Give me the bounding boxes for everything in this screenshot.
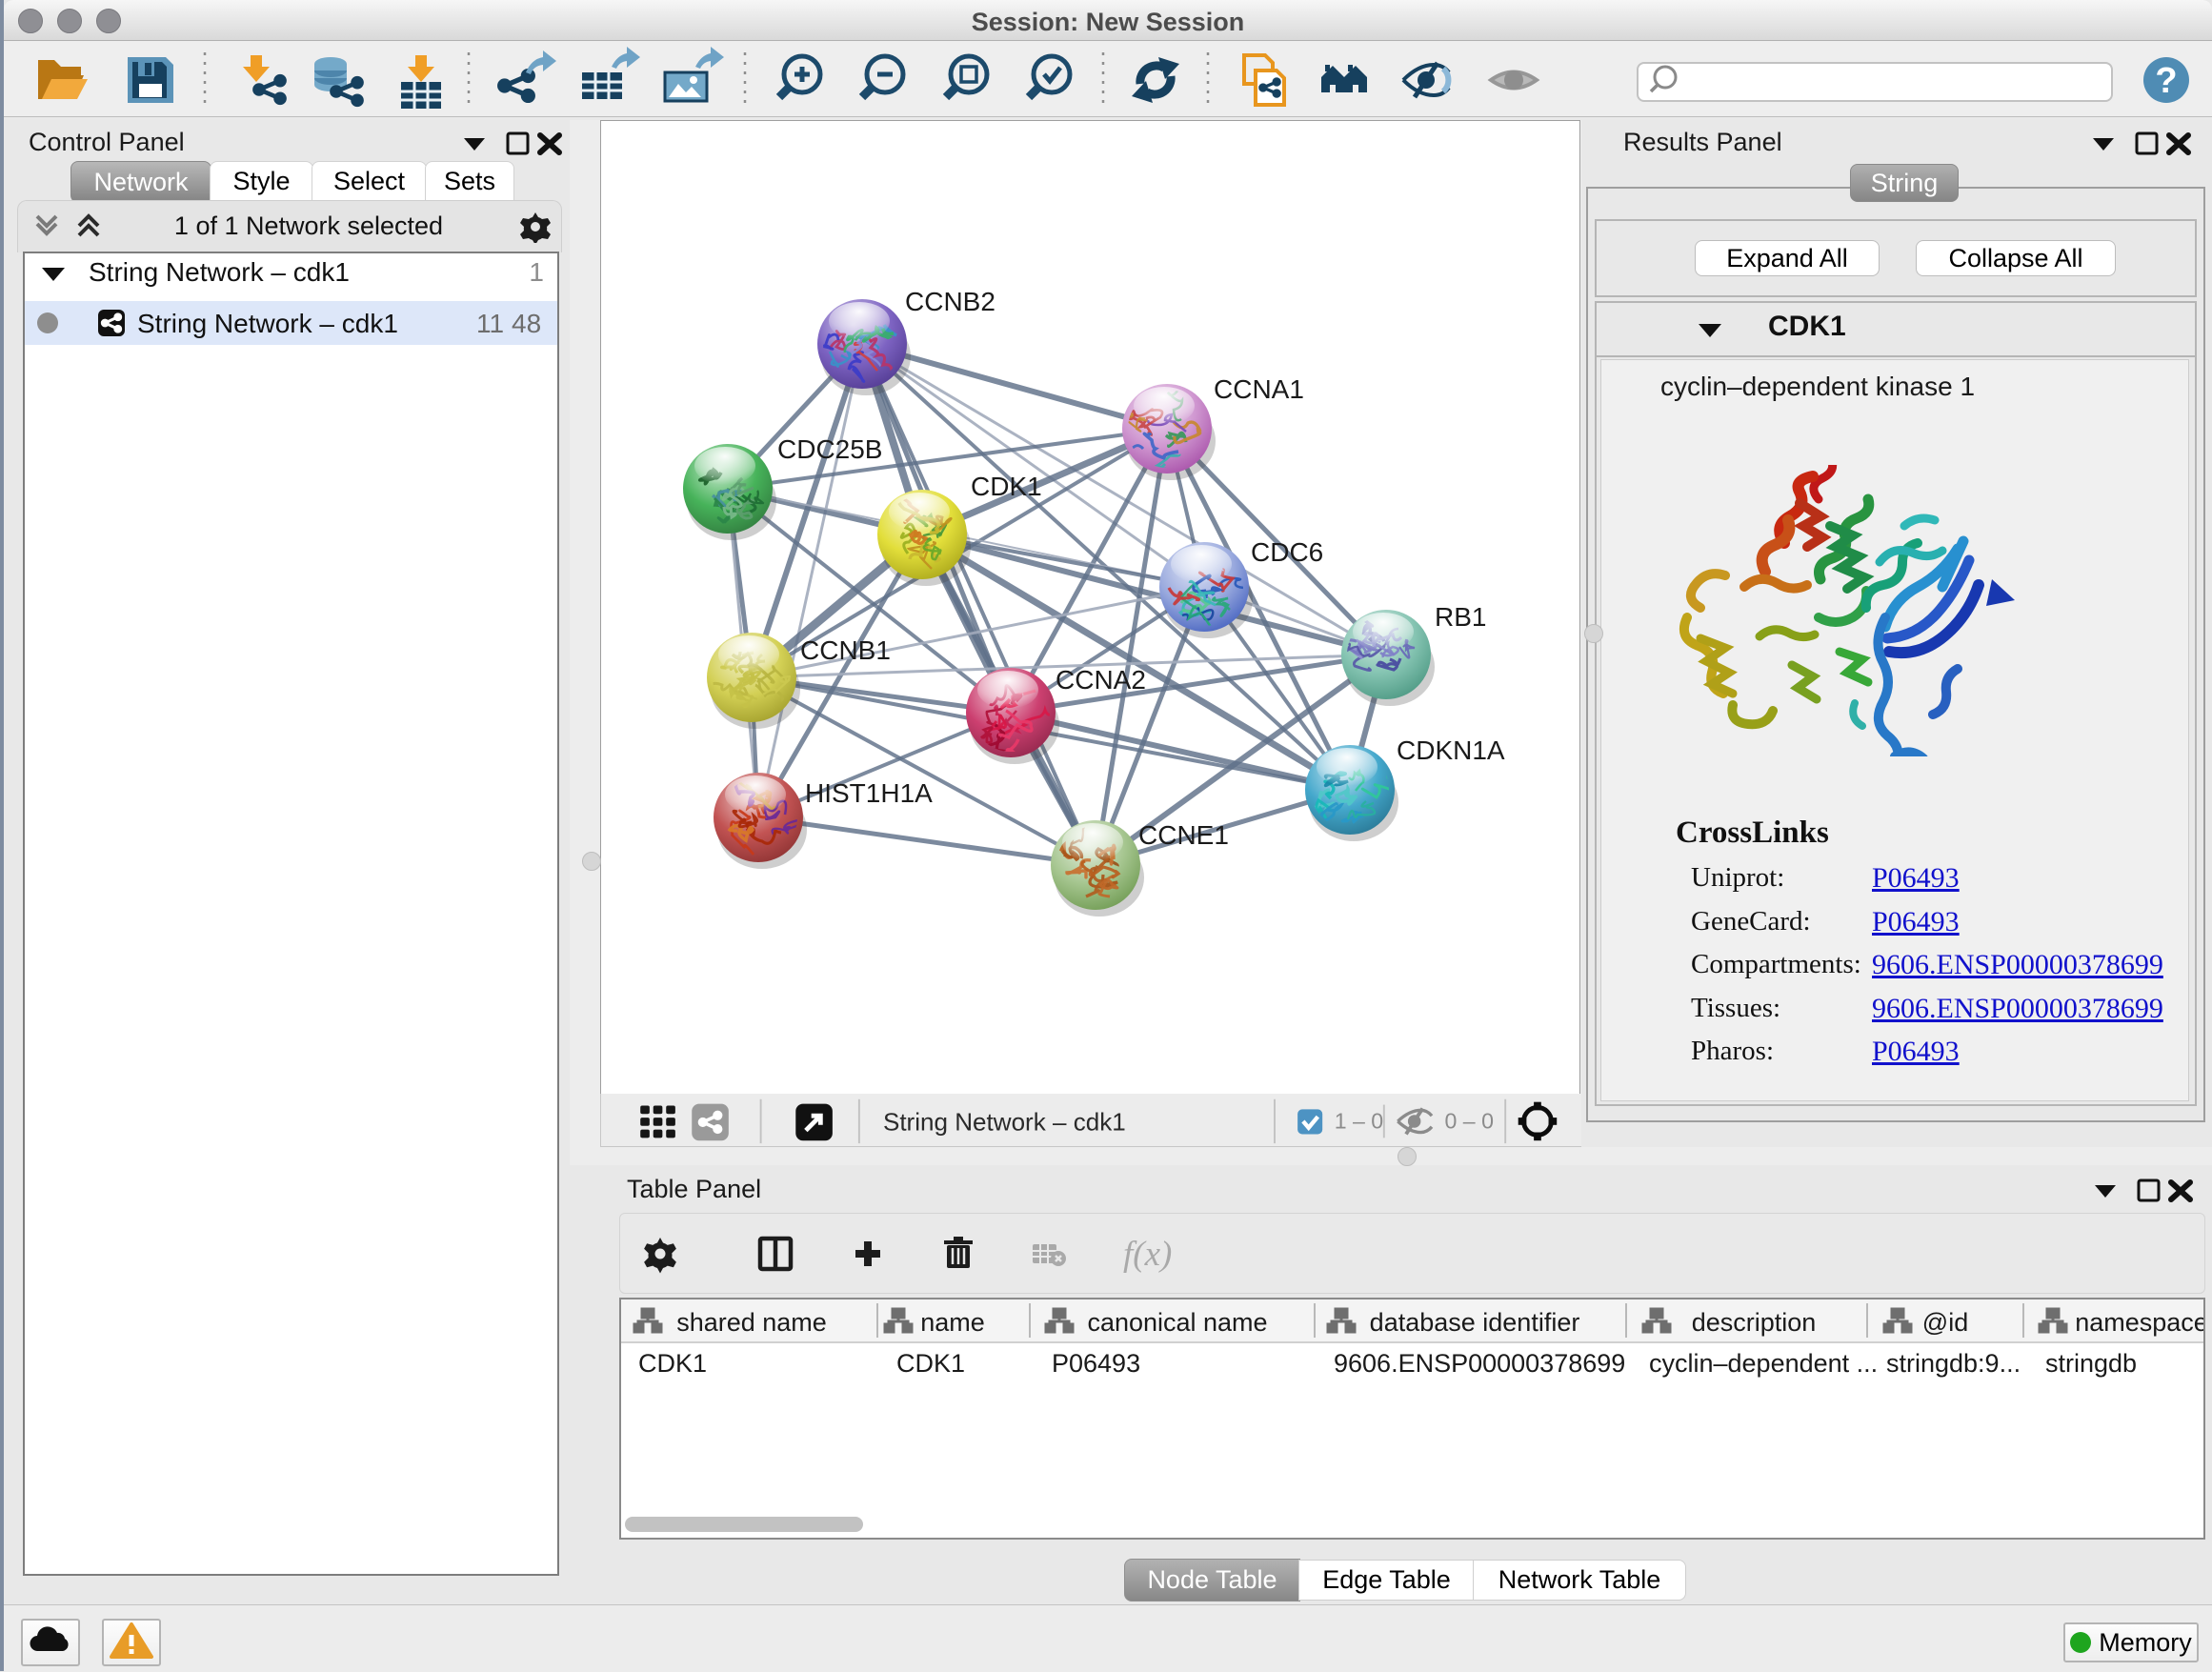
- svg-text:RB1: RB1: [1435, 602, 1486, 632]
- svg-text:CDK1: CDK1: [971, 472, 1042, 501]
- svg-text:f(x): f(x): [1123, 1235, 1172, 1274]
- svg-text:CCNB1: CCNB1: [800, 635, 891, 665]
- svg-text:CCNE1: CCNE1: [1138, 820, 1229, 850]
- svg-text:CDKN1A: CDKN1A: [1397, 735, 1505, 765]
- svg-text:9606.ENSP00000378699: 9606.ENSP00000378699: [1334, 1349, 1625, 1378]
- svg-text:stringdb:9...: stringdb:9...: [1886, 1349, 2021, 1378]
- svg-text:namespace: namespace: [2075, 1308, 2203, 1337]
- svg-text:1 – 0: 1 – 0: [1335, 1109, 1383, 1134]
- svg-text:HIST1H1A: HIST1H1A: [805, 778, 933, 808]
- svg-text:CCNA2: CCNA2: [1056, 665, 1146, 695]
- svg-text:cyclin–dependent ...: cyclin–dependent ...: [1649, 1349, 1878, 1378]
- svg-text:CCNA1: CCNA1: [1214, 374, 1304, 404]
- svg-text:description: description: [1692, 1308, 1817, 1337]
- svg-text:0 – 0: 0 – 0: [1445, 1109, 1494, 1134]
- svg-text:CCNB2: CCNB2: [905, 287, 995, 316]
- svg-text:name: name: [920, 1308, 985, 1337]
- svg-text:@id: @id: [1922, 1308, 1968, 1337]
- svg-text:CDK1: CDK1: [638, 1349, 707, 1378]
- svg-text:stringdb: stringdb: [2045, 1349, 2137, 1378]
- svg-text:canonical name: canonical name: [1087, 1308, 1267, 1337]
- svg-text:shared name: shared name: [676, 1308, 827, 1337]
- svg-text:CDC6: CDC6: [1251, 537, 1323, 567]
- svg-text:String Network – cdk1: String Network – cdk1: [883, 1108, 1126, 1137]
- svg-text:P06493: P06493: [1052, 1349, 1140, 1378]
- svg-text:?: ?: [2155, 61, 2177, 101]
- svg-text:CDK1: CDK1: [896, 1349, 965, 1378]
- svg-text:database identifier: database identifier: [1370, 1308, 1580, 1337]
- svg-text:CDC25B: CDC25B: [777, 434, 882, 464]
